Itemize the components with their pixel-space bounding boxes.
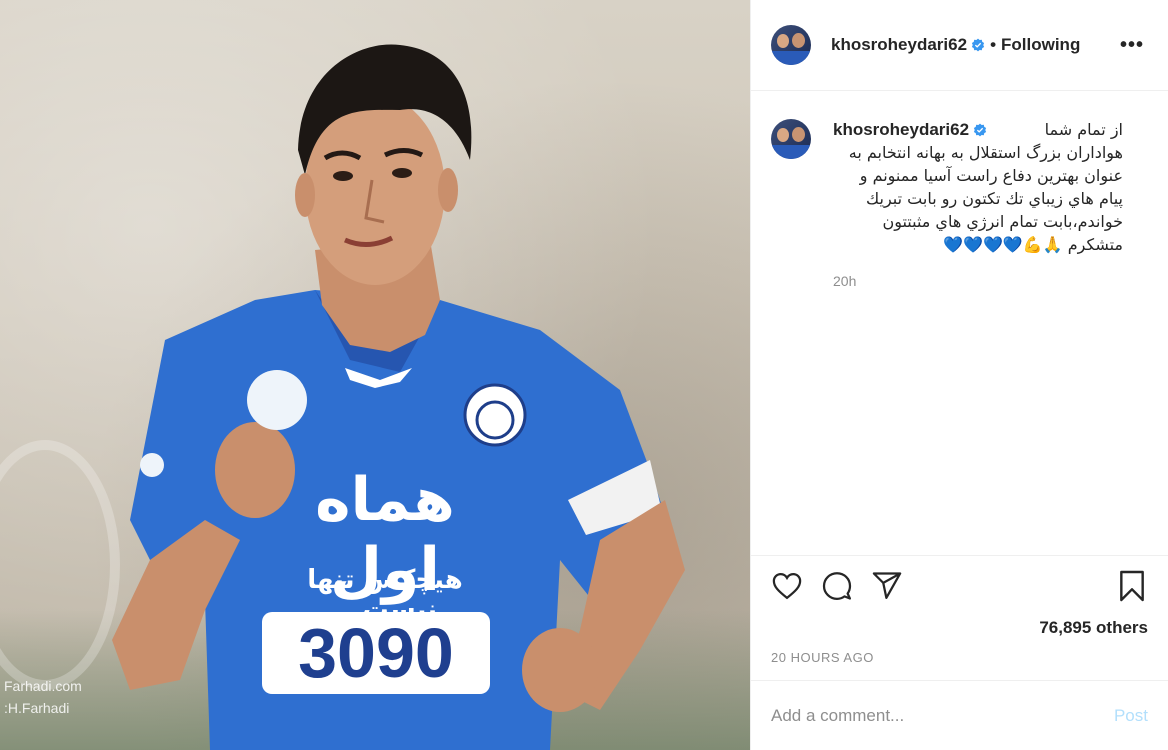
share-icon[interactable] [871,570,903,602]
caption-user-group: khosroheydari62 [833,119,987,141]
action-bar [771,556,1148,616]
header-username-group: khosroheydari62 • Following [831,35,1080,55]
header-separator: • [990,35,997,54]
caption: khosroheydari62 از تمام شما هواداران بزر… [771,119,1148,292]
heart-icon[interactable] [771,570,803,602]
comment-input[interactable] [771,705,1114,726]
header-username[interactable]: khosroheydari62 [831,35,967,55]
verified-badge-icon [971,38,985,52]
caption-text: هواداران بزرگ استقلال به بهانه انتخابم ب… [848,143,1123,254]
caption-body: khosroheydari62 از تمام شما هواداران بزر… [833,119,1123,292]
bookmark-icon[interactable] [1116,570,1148,602]
caption-time: 20h [833,273,857,289]
post-button[interactable]: Post [1114,706,1148,726]
caption-head: khosroheydari62 از تمام شما [833,119,1123,141]
actions-section: 76,895 others 20 HOURS AGO [751,555,1168,678]
verified-badge-icon [973,123,987,137]
caption-avatar[interactable] [771,119,811,159]
jersey-number: 3090 [298,614,454,692]
post-side-panel: khosroheydari62 • Following ••• khosrohe… [750,0,1168,750]
comment-area: khosroheydari62 از تمام شما هواداران بزر… [751,91,1168,555]
likes-count[interactable]: 76,895 others [771,616,1148,650]
following-button[interactable]: Following [1001,35,1080,55]
add-comment-bar: Post [751,680,1168,750]
post-header: khosroheydari62 • Following ••• [751,0,1168,91]
watermark-line2: :H.Farhadi [4,700,70,716]
more-options-icon[interactable]: ••• [1116,34,1148,57]
caption-username[interactable]: khosroheydari62 [833,119,969,141]
caption-first-line: از تمام شما [1044,120,1123,139]
post-photo[interactable]: هماه اول هیچکس تنها نیست... 3090 Farhadi… [0,0,750,750]
avatar[interactable] [771,25,811,65]
posted-time[interactable]: 20 HOURS AGO [771,650,1148,678]
watermark-line1: Farhadi.com [4,678,82,694]
comment-icon[interactable] [821,570,853,602]
